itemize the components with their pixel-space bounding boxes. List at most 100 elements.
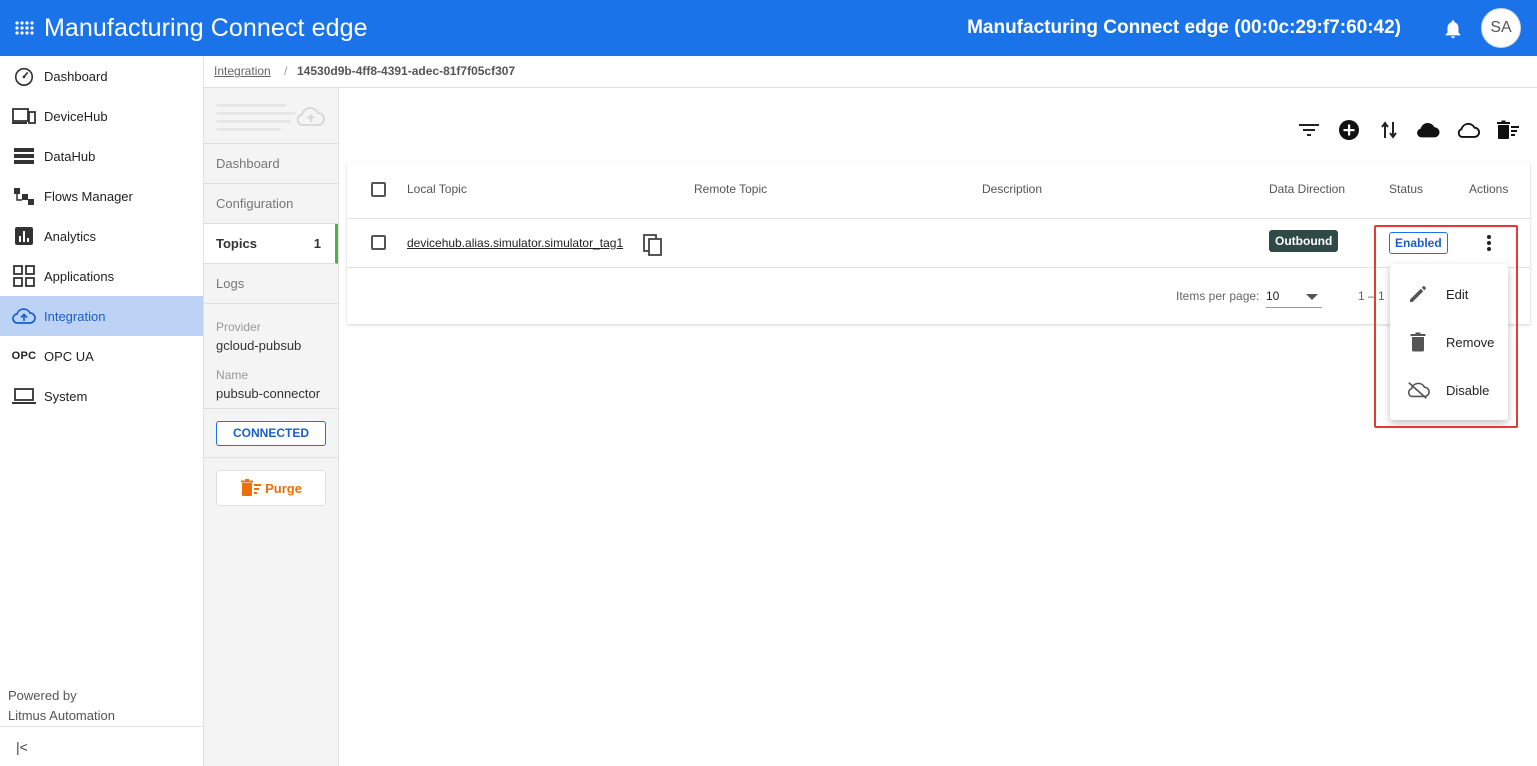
purge-button[interactable]: Purge [216, 470, 326, 506]
column-header-local-topic[interactable]: Local Topic [407, 182, 467, 196]
sidebar-item-applications[interactable]: Applications [0, 256, 203, 296]
add-circle-icon[interactable] [1337, 118, 1361, 142]
trash-icon [1406, 330, 1430, 354]
divider [204, 408, 338, 409]
main-sidebar: Dashboard DeviceHub DataHub Flows Manage… [0, 56, 204, 766]
subnav-item-logs[interactable]: Logs [204, 264, 338, 304]
column-header-actions: Actions [1469, 182, 1509, 196]
subnav-item-topics[interactable]: Topics 1 [204, 224, 338, 264]
subnav-item-label: Dashboard [216, 156, 280, 171]
pencil-icon [1406, 282, 1430, 306]
sidebar-item-dashboard[interactable]: Dashboard [0, 56, 203, 96]
sidebar-item-label: DataHub [44, 148, 96, 164]
placeholder-line [216, 120, 291, 123]
sidebar-item-label: Analytics [44, 228, 97, 244]
purge-button-label: Purge [265, 480, 302, 496]
items-per-page-label: Items per page: [1176, 289, 1260, 303]
app-title: Manufacturing Connect edge [44, 14, 368, 42]
sidebar-item-label: Dashboard [44, 68, 108, 84]
sidebar-item-datahub[interactable]: DataHub [0, 136, 203, 176]
column-header-data-direction[interactable]: Data Direction [1269, 182, 1345, 196]
filter-icon[interactable] [1297, 118, 1321, 142]
row-checkbox[interactable] [371, 235, 386, 250]
cloud-upload-icon [296, 107, 325, 126]
menu-item-remove[interactable]: Remove [1390, 318, 1508, 366]
powered-by-line: Powered by [8, 688, 77, 703]
menu-item-edit[interactable]: Edit [1390, 270, 1508, 318]
subnav-item-label: Configuration [216, 196, 294, 211]
cloud-off-icon [1406, 378, 1430, 402]
sidebar-item-flows-manager[interactable]: Flows Manager [0, 176, 203, 216]
storage-icon [12, 144, 36, 168]
opc-icon: OPC [11, 350, 37, 362]
user-avatar[interactable]: SA [1481, 8, 1521, 48]
top-app-bar: Manufacturing Connect edge Manufacturing… [0, 0, 1537, 56]
powered-by-text: Powered by Litmus Automation [8, 686, 115, 726]
placeholder-line [216, 104, 286, 107]
delete-sweep-icon [241, 479, 262, 496]
select-all-checkbox[interactable] [371, 182, 386, 197]
connection-status-badge: CONNECTED [216, 421, 326, 446]
column-header-remote-topic[interactable]: Remote Topic [694, 182, 767, 196]
analytics-icon [12, 224, 36, 248]
collapse-sidebar-icon[interactable]: |< [16, 739, 28, 755]
integration-subnav: Dashboard Configuration Topics 1 Logs Pr… [204, 88, 339, 766]
apps-grid-icon [12, 264, 36, 288]
cloud-outline-icon[interactable] [1456, 118, 1480, 142]
chevron-down-icon [1306, 294, 1318, 300]
topics-count: 1 [313, 236, 321, 251]
row-actions-menu: Edit Remove Disable [1390, 264, 1508, 420]
menu-item-label: Remove [1446, 334, 1495, 350]
cloud-upload-icon [12, 304, 36, 328]
provider-value: gcloud-pubsub [216, 338, 302, 353]
breadcrumb-separator: / [284, 64, 288, 78]
speedometer-icon [12, 64, 36, 88]
pagination-range: 1 – 1 [1358, 289, 1385, 303]
apps-grid-icon[interactable] [14, 17, 36, 39]
placeholder-line [216, 128, 281, 131]
sidebar-item-label: Integration [44, 308, 106, 324]
breadcrumb-current: 14530d9b-4ff8-4391-adec-81f7f05cf307 [297, 64, 516, 78]
swap-vert-icon[interactable] [1377, 118, 1401, 142]
status-badge: Enabled [1389, 232, 1448, 254]
device-title: Manufacturing Connect edge (00:0c:29:f7:… [967, 17, 1401, 38]
delete-sweep-icon[interactable] [1496, 118, 1520, 142]
cloud-icon[interactable] [1416, 118, 1440, 142]
breadcrumb: Integration / 14530d9b-4ff8-4391-adec-81… [204, 56, 1537, 88]
subnav-header [204, 88, 338, 144]
placeholder-line [216, 112, 296, 115]
notifications-bell-icon[interactable] [1442, 18, 1464, 40]
more-vert-icon[interactable] [1480, 232, 1498, 254]
subnav-item-label: Logs [216, 276, 245, 291]
column-header-status[interactable]: Status [1389, 182, 1423, 196]
items-per-page-select[interactable]: 10 [1266, 286, 1322, 308]
subnav-item-dashboard[interactable]: Dashboard [204, 144, 338, 184]
divider [204, 457, 338, 458]
column-header-description[interactable]: Description [982, 182, 1042, 196]
sidebar-item-analytics[interactable]: Analytics [0, 216, 203, 256]
menu-item-label: Disable [1446, 382, 1490, 398]
sidebar-item-label: Flows Manager [44, 188, 133, 204]
divider [347, 218, 1530, 219]
sidebar-item-label: Applications [44, 268, 115, 284]
sidebar-item-opc-ua[interactable]: OPC OPC UA [0, 336, 203, 376]
menu-item-label: Edit [1446, 286, 1469, 302]
subnav-item-configuration[interactable]: Configuration [204, 184, 338, 224]
subnav-item-label: Topics [216, 236, 257, 251]
sidebar-item-label: System [44, 388, 88, 404]
powered-by-company: Litmus Automation [8, 708, 115, 723]
name-label: Name [216, 368, 249, 382]
copy-icon[interactable] [643, 232, 663, 261]
name-value: pubsub-connector [216, 386, 321, 401]
flow-icon [12, 184, 36, 208]
laptop-icon [12, 384, 36, 408]
data-direction-badge: Outbound [1269, 230, 1339, 252]
items-per-page-value: 10 [1266, 289, 1280, 303]
menu-item-disable[interactable]: Disable [1390, 366, 1508, 414]
sidebar-item-devicehub[interactable]: DeviceHub [0, 96, 203, 136]
breadcrumb-link-integration[interactable]: Integration [214, 64, 271, 78]
sidebar-item-integration[interactable]: Integration [0, 296, 203, 336]
sidebar-collapse-bar[interactable]: |< [0, 726, 203, 766]
local-topic-link[interactable]: devicehub.alias.simulator.simulator_tag1 [407, 236, 623, 250]
sidebar-item-system[interactable]: System [0, 376, 203, 416]
